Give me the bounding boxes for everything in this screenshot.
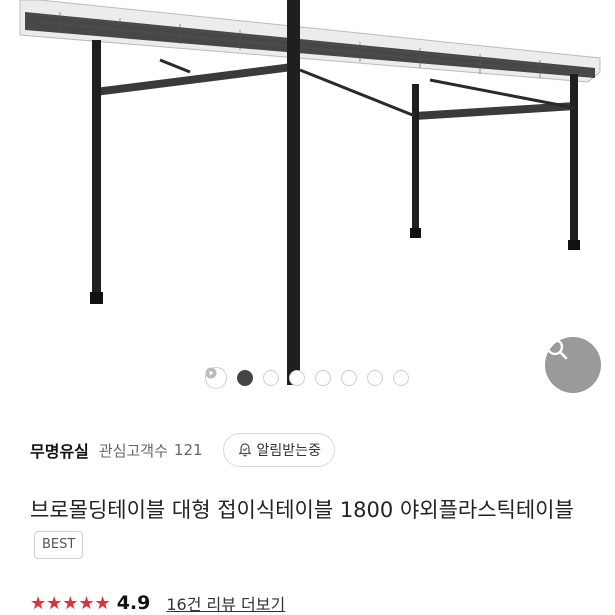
alarm-label: 알림받는중: [256, 443, 321, 459]
pagination-dot[interactable]: [393, 370, 409, 386]
interest-label: 관심고객수: [98, 441, 168, 460]
pagination-dot-active[interactable]: [237, 370, 253, 386]
bell-check-icon: [237, 443, 252, 457]
table-photo: [19, 0, 601, 385]
pagination-dot[interactable]: [367, 370, 383, 386]
interest-count: 121: [173, 441, 203, 459]
image-pagination: [205, 367, 409, 389]
rating-stars: ★★★★★: [30, 592, 111, 614]
review-more-link[interactable]: 16건 리뷰 더보기: [166, 591, 285, 615]
play-icon: [205, 367, 217, 379]
pagination-dot[interactable]: [289, 370, 305, 386]
search-icon: [546, 338, 568, 360]
store-name[interactable]: 무명유실: [30, 438, 89, 462]
search-button[interactable]: [545, 337, 601, 393]
pagination-dot[interactable]: [341, 370, 357, 386]
rating-row: ★★★★★ 4.9 16건 리뷰 더보기: [30, 588, 285, 615]
product-image[interactable]: [0, 0, 615, 405]
alarm-button[interactable]: 알림받는중: [222, 433, 335, 467]
product-title: 브로몰딩테이블 대형 접이식테이블 1800 야외플라스틱테이블 BEST: [30, 492, 590, 564]
video-play-dot[interactable]: [205, 367, 227, 389]
best-badge: BEST: [34, 531, 84, 559]
pagination-dot[interactable]: [263, 370, 279, 386]
product-title-text: 브로몰딩테이블 대형 접이식테이블 1800 야외플라스틱테이블: [30, 498, 574, 522]
rating-value: 4.9: [116, 592, 151, 614]
pagination-dot[interactable]: [315, 370, 331, 386]
seller-row: 무명유실 관심고객수 121 알림받는중: [30, 432, 615, 468]
